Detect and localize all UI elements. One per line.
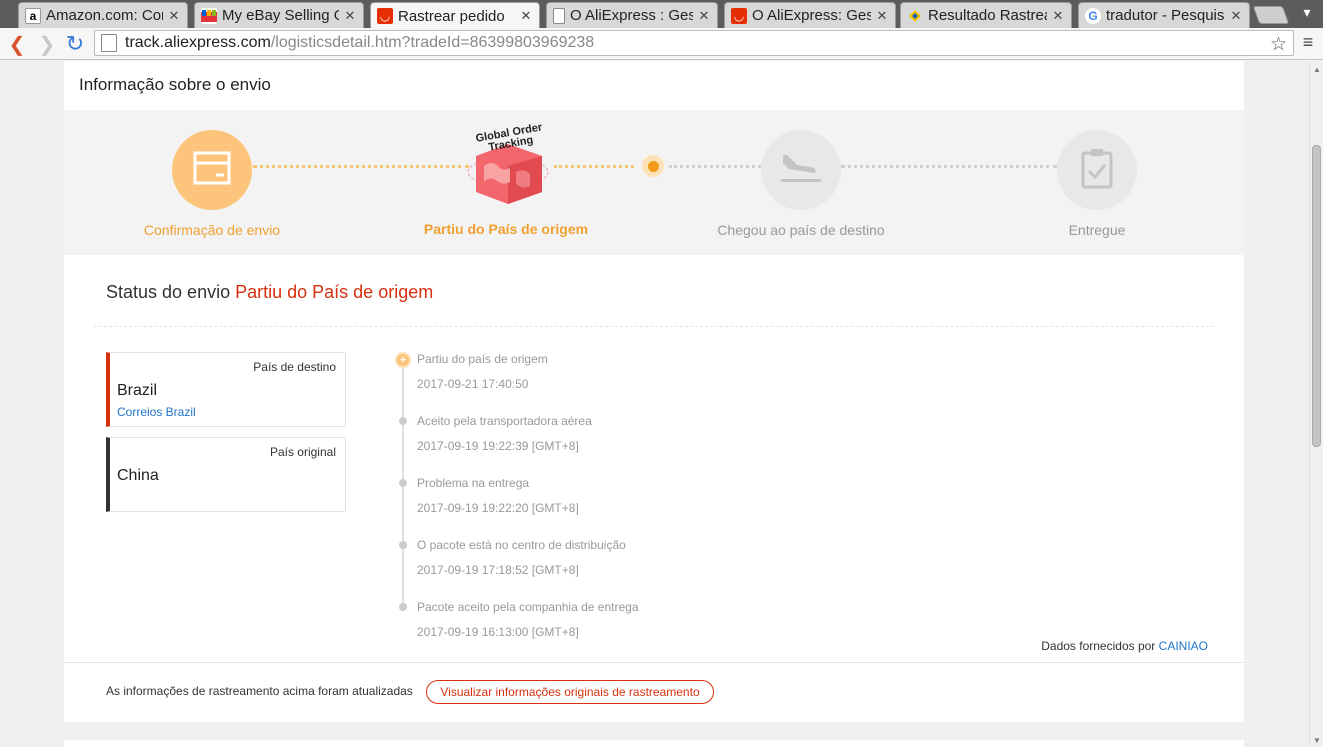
current-position-marker [642,155,664,177]
timeline-event: Problema na entrega [417,476,530,490]
plane-landing-icon [779,151,823,190]
url-path: /logisticsdetail.htm?tradeId=86399803969… [270,34,595,51]
timeline-event: Aceito pela transportadora aérea [417,414,592,428]
back-icon[interactable]: ❮ [4,31,30,57]
tab-amazon[interactable]: a Amazon.com: Con ✕ [18,2,188,28]
timeline-time: 2017-09-19 19:22:20 [GMT+8] [417,501,579,515]
origin-kind-label: País original [269,445,336,459]
timeline-event: O pacote está no centro de distribuição [417,538,626,552]
tab-resultado-rastreio[interactable]: Resultado Rastrea ✕ [900,2,1072,28]
ebay-icon [201,7,217,24]
close-icon[interactable]: ✕ [343,8,357,24]
clipboard-check-icon [1080,147,1114,194]
tab-title: Rastrear pedido [398,7,505,25]
scrollbar-thumb[interactable] [1312,145,1321,447]
step-label-departed: Partiu do País de origem [423,221,589,237]
tab-aliexpress-gestao-2[interactable]: ◡ O AliExpress: Gest ✕ [724,2,896,28]
provider-label: Dados fornecidos por [1041,639,1156,653]
cainiao-link[interactable]: CAINIAO [1159,639,1208,653]
timeline-event: Pacote aceito pela companhia de entrega [417,600,639,614]
status-value: Partiu do País de origem [235,282,434,302]
step-label-shipped: Confirmação de envio [143,222,281,238]
bookmark-star-icon[interactable]: ☆ [1270,33,1287,56]
url-host: track.aliexpress.com [125,34,271,51]
close-icon[interactable]: ✕ [167,8,181,24]
tab-aliexpress-gestao[interactable]: O AliExpress : Ges ✕ [546,2,718,28]
close-icon[interactable]: ✕ [697,8,711,24]
tab-title: Resultado Rastrea [928,7,1047,24]
tab-ebay[interactable]: My eBay Selling O ✕ [194,2,364,28]
page-viewport: Informação sobre o envio Confirmação de … [0,61,1309,747]
progress-connector [841,165,1057,168]
forward-icon[interactable]: ❯ [34,31,60,57]
window-control-icon[interactable]: ▾ [1296,4,1318,22]
scroll-up-icon[interactable]: ▲ [1313,65,1321,74]
destination-kind-label: País de destino [253,360,336,374]
close-icon[interactable]: ✕ [1229,8,1243,24]
destination-country-box: País de destino Brazil Correios Brazil [106,352,346,427]
timeline-event: Partiu do país de origem [417,352,548,366]
origin-country-box: País original China [106,437,346,512]
step-delivered-circle [1057,130,1137,210]
timeline-dot [399,603,407,611]
next-section-card [64,740,1244,747]
destination-carrier-link[interactable]: Correios Brazil [117,405,196,419]
timeline-time: 2017-09-19 19:22:39 [GMT+8] [417,439,579,453]
tracking-icon [907,8,923,24]
timeline-dot [399,541,407,549]
step-arrived-circle [761,130,841,210]
reload-icon[interactable]: ↻ [62,31,88,57]
tab-title: Amazon.com: Con [46,7,163,24]
progress-connector [669,165,761,168]
tab-title: My eBay Selling O [222,7,339,24]
vertical-scrollbar[interactable]: ▲ ▼ [1309,61,1323,747]
tab-title: O AliExpress: Gest [752,7,871,24]
update-note: As informações de rastreamento acima for… [106,684,413,698]
shipping-info-card: Informação sobre o envio Confirmação de … [64,61,1244,722]
close-icon[interactable]: ✕ [519,8,533,24]
tab-title: O AliExpress : Ges [570,7,693,24]
timeline-time: 2017-09-19 17:18:52 [GMT+8] [417,563,579,577]
address-bar[interactable]: track.aliexpress.com/logisticsdetail.htm… [94,30,1294,56]
step-label-delivered: Entregue [1068,222,1126,238]
divider [64,662,1244,663]
view-original-tracking-button[interactable]: Visualizar informações originais de rast… [426,680,714,704]
data-provider: Dados fornecidos por CAINIAO [1041,639,1208,653]
timeline-dot [399,479,407,487]
timeline-time: 2017-09-21 17:40:50 [417,377,529,391]
divider [94,326,1214,327]
scroll-down-icon[interactable]: ▼ [1313,736,1321,745]
close-icon[interactable]: ✕ [1051,8,1065,24]
browser-toolbar: ❮ ❯ ↻ track.aliexpress.com/logisticsdeta… [0,28,1323,60]
close-icon[interactable]: ✕ [875,8,889,24]
tab-strip: a Amazon.com: Con ✕ My eBay Selling O ✕ … [0,0,1323,29]
page-icon [101,34,117,52]
progress-connector [554,165,634,168]
destination-country: Brazil [117,382,158,399]
timeline-time: 2017-09-19 16:13:00 [GMT+8] [417,625,579,639]
shipping-progress: Confirmação de envio Global Order Tracki… [64,110,1244,255]
shipping-status: Status do envio Partiu do País de origem [106,282,433,303]
timeline-dot [399,417,407,425]
aliexpress-icon: ◡ [731,7,747,24]
page-icon [553,7,565,24]
amazon-icon: a [25,7,41,24]
plane-icon: ✈ [395,352,411,368]
step-shipped-circle [172,130,252,210]
step-label-arrived: Chegou ao país de destino [717,222,885,238]
box-icon [193,151,231,190]
status-label: Status do envio [106,282,231,302]
aliexpress-icon: ◡ [377,8,393,24]
tab-title: tradutor - Pesquis [1106,7,1225,24]
tab-rastrear-pedido[interactable]: ◡ Rastrear pedido ✕ [370,2,540,29]
new-tab-button[interactable] [1252,6,1290,24]
menu-icon[interactable]: ≡ [1298,32,1318,56]
google-icon: G [1085,7,1101,24]
tab-google-tradutor[interactable]: G tradutor - Pesquis ✕ [1078,2,1250,28]
card-title: Informação sobre o envio [79,75,271,94]
progress-connector [253,165,469,168]
origin-country: China [117,467,159,484]
